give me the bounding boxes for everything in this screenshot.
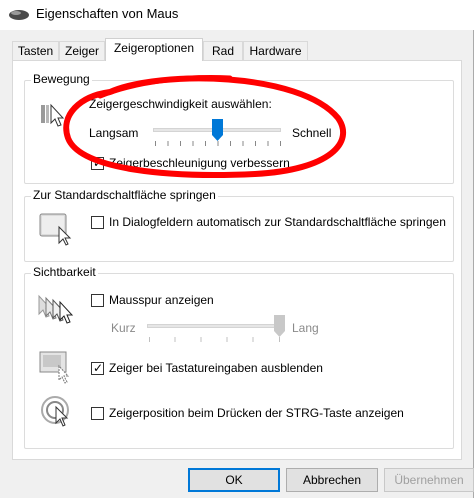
group-snap: Zur Standardschaltfläche springen In Dia…	[24, 188, 454, 262]
group-movement-title: Bewegung	[31, 72, 92, 86]
long-label: Lang	[292, 321, 319, 335]
tab-rad[interactable]: Rad	[203, 41, 243, 60]
apply-button[interactable]: Übernehmen	[384, 468, 474, 492]
snap-label: In Dialogfeldern automatisch zur Standar…	[109, 215, 446, 229]
precision-checkbox[interactable]: ✓	[91, 156, 104, 170]
slow-label: Langsam	[89, 126, 139, 140]
tab-tasten[interactable]: Tasten	[12, 41, 59, 60]
show-ctrl-label: Zeigerposition beim Drücken der STRG-Tas…	[109, 406, 404, 420]
hide-pointer-checkbox[interactable]: ✓	[91, 361, 104, 375]
tab-panel: Bewegung Zeigergeschwindigkeit auswählen…	[12, 60, 462, 460]
short-label: Kurz	[111, 321, 136, 335]
pointer-speed-icon	[41, 103, 65, 127]
trails-label: Mausspur anzeigen	[109, 293, 214, 307]
hide-pointer-label: Zeiger bei Tastatureingaben ausblenden	[109, 361, 323, 375]
snap-checkbox[interactable]	[91, 216, 104, 229]
pointer-trails-icon	[38, 294, 74, 324]
mouse-icon	[9, 10, 29, 20]
fast-label: Schnell	[292, 126, 332, 140]
hide-pointer-icon	[39, 351, 70, 384]
group-movement: Bewegung Zeigergeschwindigkeit auswählen…	[24, 72, 454, 184]
show-pointer-location-icon	[41, 396, 69, 427]
tab-hardware[interactable]: Hardware	[243, 41, 308, 60]
mouse-properties-window: Eigenschaften von Maus Tasten Zeiger Zei…	[0, 0, 474, 498]
show-ctrl-checkbox[interactable]	[91, 407, 104, 420]
trails-checkbox[interactable]	[91, 294, 104, 307]
cancel-button[interactable]: Abbrechen	[286, 468, 378, 492]
tab-zeiger[interactable]: Zeiger	[59, 41, 105, 60]
trails-slider-ticks	[149, 337, 280, 342]
window-title: Eigenschaften von Maus	[36, 6, 179, 21]
trails-slider-track[interactable]	[147, 324, 281, 328]
speed-slider-ticks	[155, 141, 281, 146]
ok-button[interactable]: OK	[188, 468, 280, 492]
speed-slider-thumb[interactable]	[212, 119, 223, 141]
group-snap-title: Zur Standardschaltfläche springen	[31, 188, 218, 202]
group-visibility: Sichtbarkeit Mausspur anzeigen Kurz Lang	[24, 265, 454, 449]
tab-zeigeroptionen[interactable]: Zeigeroptionen	[105, 38, 203, 61]
speed-label: Zeigergeschwindigkeit auswählen:	[89, 97, 272, 111]
check-mark-icon: ✓	[93, 361, 104, 375]
group-visibility-title: Sichtbarkeit	[31, 265, 98, 279]
trails-slider-thumb[interactable]	[273, 315, 285, 337]
title-bar[interactable]: Eigenschaften von Maus	[0, 0, 474, 30]
check-mark-icon: ✓	[93, 156, 104, 170]
precision-label: Zeigerbeschleunigung verbessern	[109, 156, 290, 170]
snap-to-button-icon	[39, 213, 72, 246]
